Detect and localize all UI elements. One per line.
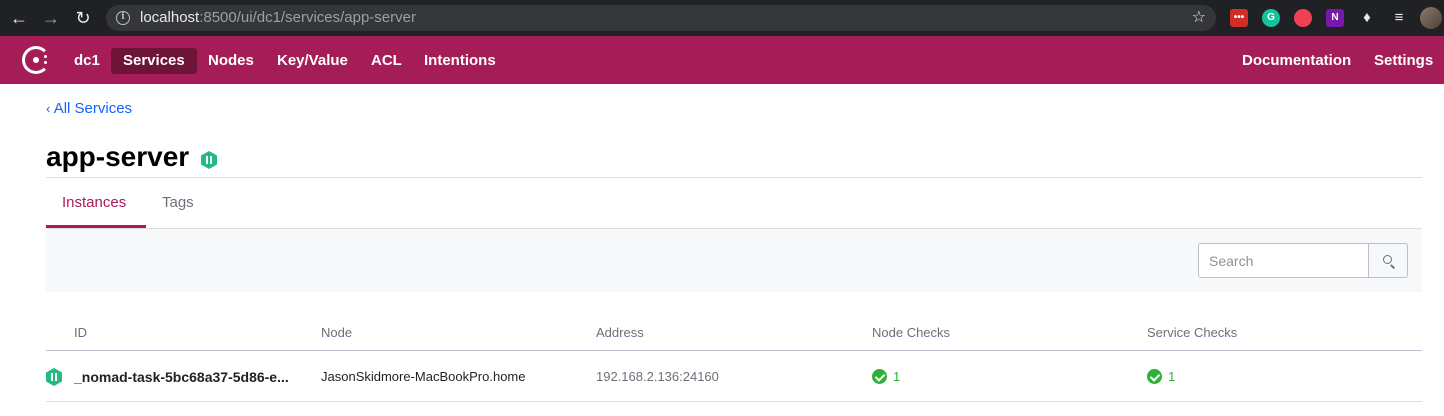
page-title: app-server [46, 141, 190, 172]
bookmark-star-icon[interactable]: ☆ [1192, 8, 1206, 28]
node-checks-status[interactable]: 1 [872, 369, 900, 385]
divider [46, 401, 1422, 402]
app-header: dc1 Services Nodes Key/Value ACL Intenti… [0, 36, 1444, 84]
nav-nodes[interactable]: Nodes [196, 48, 266, 74]
search-icon [1383, 255, 1392, 264]
column-header-address: Address [596, 325, 644, 340]
datacenter-selector[interactable]: dc1 [62, 48, 112, 74]
search-button[interactable] [1368, 243, 1408, 278]
nomad-icon [201, 151, 217, 169]
url-path: :8500/ui/dc1/services/app-server [199, 9, 416, 26]
grammarly-icon[interactable]: G [1262, 9, 1280, 27]
nav-services[interactable]: Services [111, 48, 197, 74]
service-checks-count: 1 [1168, 369, 1176, 384]
consul-logo-dot [33, 57, 39, 63]
check-circle-icon [872, 369, 887, 384]
url-host: localhost [140, 9, 200, 26]
nav-settings[interactable]: Settings [1362, 48, 1444, 74]
address-bar[interactable]: i localhost:8500/ui/dc1/services/app-ser… [106, 5, 1216, 31]
consul-logo-dot [44, 61, 47, 64]
column-header-service-checks: Service Checks [1147, 325, 1238, 340]
column-header-node-checks: Node Checks [872, 325, 951, 340]
node-checks-count: 1 [893, 369, 901, 384]
browser-toolbar: ← → ↻ i localhost:8500/ui/dc1/services/a… [0, 0, 1444, 36]
check-circle-icon [1147, 369, 1162, 384]
nav-documentation[interactable]: Documentation [1230, 48, 1363, 74]
profile-avatar[interactable] [1420, 7, 1442, 29]
service-checks-status[interactable]: 1 [1147, 369, 1175, 385]
search-icon-handle [1390, 264, 1396, 269]
forward-arrow-icon[interactable]: → [40, 7, 62, 29]
divider [46, 177, 1422, 178]
info-icon[interactable]: i [116, 11, 130, 25]
nomad-icon [46, 368, 62, 386]
reading-list-icon[interactable]: ≡ [1388, 7, 1410, 29]
column-header-id: ID [74, 325, 87, 340]
pocket-icon[interactable] [1294, 9, 1312, 27]
breadcrumb[interactable]: ‹ All Services [46, 100, 132, 118]
node-name: JasonSkidmore-MacBookPro.home [321, 369, 526, 384]
reload-icon[interactable]: ↻ [72, 7, 94, 29]
tab-instances[interactable]: Instances [62, 194, 126, 212]
instance-id-link[interactable]: _nomad-task-5bc68a37-5d86-e... [74, 369, 289, 385]
lastpass-icon[interactable]: ••• [1230, 9, 1248, 27]
consul-logo-dot [44, 55, 47, 58]
nav-intentions[interactable]: Intentions [412, 48, 508, 74]
divider [46, 350, 1422, 351]
search-input[interactable] [1198, 243, 1369, 278]
back-link-label: All Services [53, 100, 133, 117]
back-arrow-icon[interactable]: ← [8, 7, 30, 29]
url-text: localhost:8500/ui/dc1/services/app-serve… [140, 9, 416, 27]
extensions-puzzle-icon[interactable]: ♦ [1356, 7, 1378, 29]
onenote-icon[interactable]: N [1326, 9, 1344, 27]
column-header-node: Node [321, 325, 353, 340]
instance-address: 192.168.2.136:24160 [596, 369, 719, 384]
tab-tags[interactable]: Tags [162, 194, 194, 212]
nav-acl[interactable]: ACL [359, 48, 414, 74]
nav-key-value[interactable]: Key/Value [265, 48, 360, 74]
chevron-left-icon: ‹ [46, 101, 51, 116]
